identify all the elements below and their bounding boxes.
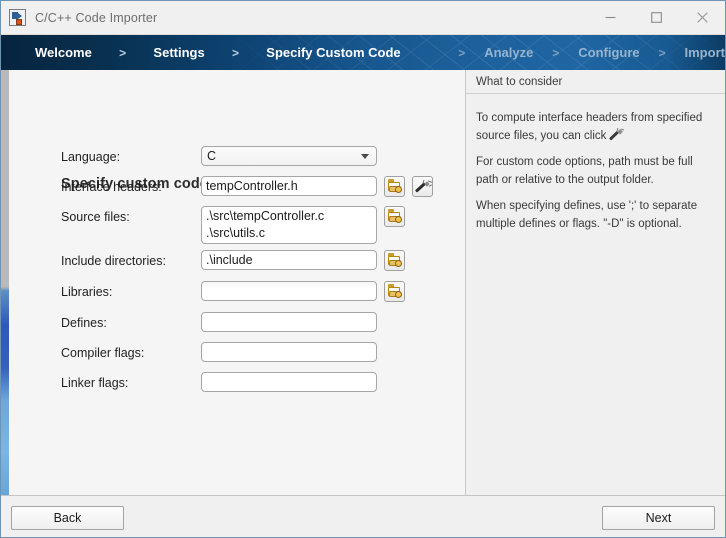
title-bar: C/C++ Code Importer [1, 1, 725, 35]
window-left-rail [1, 70, 9, 495]
close-button[interactable] [679, 1, 725, 34]
interface-headers-input[interactable] [201, 176, 377, 196]
help-paragraph-1: To compute interface headers from specif… [476, 110, 713, 145]
libraries-browse-button[interactable] [384, 281, 405, 302]
label-linker-flags: Linker flags: [61, 372, 201, 390]
label-include-directories: Include directories: [61, 250, 201, 268]
libraries-input[interactable] [201, 281, 377, 301]
include-directories-input[interactable] [201, 250, 377, 270]
form-row-source-files: Source files: .\src\tempController.c .\s… [61, 206, 405, 244]
form-row-defines: Defines: [61, 312, 377, 332]
help-paragraph-3: When specifying defines, use ';' to sepa… [476, 198, 713, 233]
form-row-include-directories: Include directories: [61, 250, 405, 271]
form-row-linker-flags: Linker flags: [61, 372, 377, 392]
content-area: Specify custom code information: Languag… [1, 70, 725, 495]
what-to-consider-title: What to consider [476, 76, 562, 88]
compute-interface-headers-button[interactable] [412, 176, 433, 197]
breadcrumb-step-configure: Configure [578, 45, 639, 60]
close-icon [697, 12, 708, 23]
what-to-consider-body: To compute interface headers from specif… [466, 94, 725, 233]
folder-open-icon [388, 287, 400, 296]
label-source-files: Source files: [61, 206, 201, 224]
breadcrumb: Welcome > Settings > Specify Custom Code… [1, 35, 725, 70]
label-interface-headers: Interface headers: [61, 176, 201, 194]
maximize-button[interactable] [633, 1, 679, 34]
source-files-browse-button[interactable] [384, 206, 405, 227]
next-button[interactable]: Next [602, 506, 715, 530]
breadcrumb-separator: > [458, 46, 465, 60]
form-row-compiler-flags: Compiler flags: [61, 342, 377, 362]
language-dropdown[interactable]: C [201, 146, 377, 166]
source-files-input[interactable]: .\src\tempController.c .\src\utils.c [201, 206, 377, 244]
code-importer-icon [9, 9, 26, 26]
label-libraries: Libraries: [61, 281, 201, 299]
window-title: C/C++ Code Importer [35, 11, 157, 25]
label-compiler-flags: Compiler flags: [61, 342, 201, 360]
defines-input[interactable] [201, 312, 377, 332]
form-row-language: Language: C [61, 146, 377, 166]
folder-open-icon [388, 182, 400, 191]
breadcrumb-separator: > [119, 46, 126, 60]
form-row-interface-headers: Interface headers: [61, 176, 433, 197]
breadcrumb-step-import: Import [685, 45, 725, 60]
code-importer-window: C/C++ Code Importer Welc [0, 0, 726, 538]
footer-bar: Back Next [1, 495, 725, 537]
window-controls [587, 1, 725, 34]
folder-open-icon [388, 212, 400, 221]
form-row-libraries: Libraries: [61, 281, 405, 302]
what-to-consider-panel: What to consider To compute interface he… [466, 70, 725, 495]
back-button[interactable]: Back [11, 506, 124, 530]
what-to-consider-header: What to consider [466, 70, 725, 94]
maximize-icon [651, 12, 662, 23]
breadcrumb-separator: > [659, 46, 666, 60]
breadcrumb-step-welcome[interactable]: Welcome [35, 45, 92, 60]
interface-headers-browse-button[interactable] [384, 176, 405, 197]
include-directories-browse-button[interactable] [384, 250, 405, 271]
breadcrumb-step-analyze: Analyze [484, 45, 533, 60]
magic-wand-icon [415, 179, 432, 196]
breadcrumb-step-specify-custom-code[interactable]: Specify Custom Code [266, 45, 400, 60]
help-paragraph-1-text: To compute interface headers from specif… [476, 112, 702, 142]
minimize-icon [605, 12, 616, 23]
linker-flags-input[interactable] [201, 372, 377, 392]
breadcrumb-separator: > [232, 46, 239, 60]
compiler-flags-input[interactable] [201, 342, 377, 362]
wizard-breadcrumb-bar: Welcome > Settings > Specify Custom Code… [1, 35, 725, 70]
help-paragraph-2: For custom code options, path must be fu… [476, 154, 713, 189]
folder-open-icon [388, 256, 400, 265]
label-defines: Defines: [61, 312, 201, 330]
label-language: Language: [61, 146, 201, 164]
minimize-button[interactable] [587, 1, 633, 34]
main-form-panel: Specify custom code information: Languag… [9, 70, 465, 495]
chevron-down-icon[interactable] [354, 147, 376, 165]
breadcrumb-separator: > [552, 46, 559, 60]
magic-wand-icon [609, 128, 625, 142]
language-selected-value: C [207, 149, 216, 163]
breadcrumb-step-settings[interactable]: Settings [153, 45, 204, 60]
